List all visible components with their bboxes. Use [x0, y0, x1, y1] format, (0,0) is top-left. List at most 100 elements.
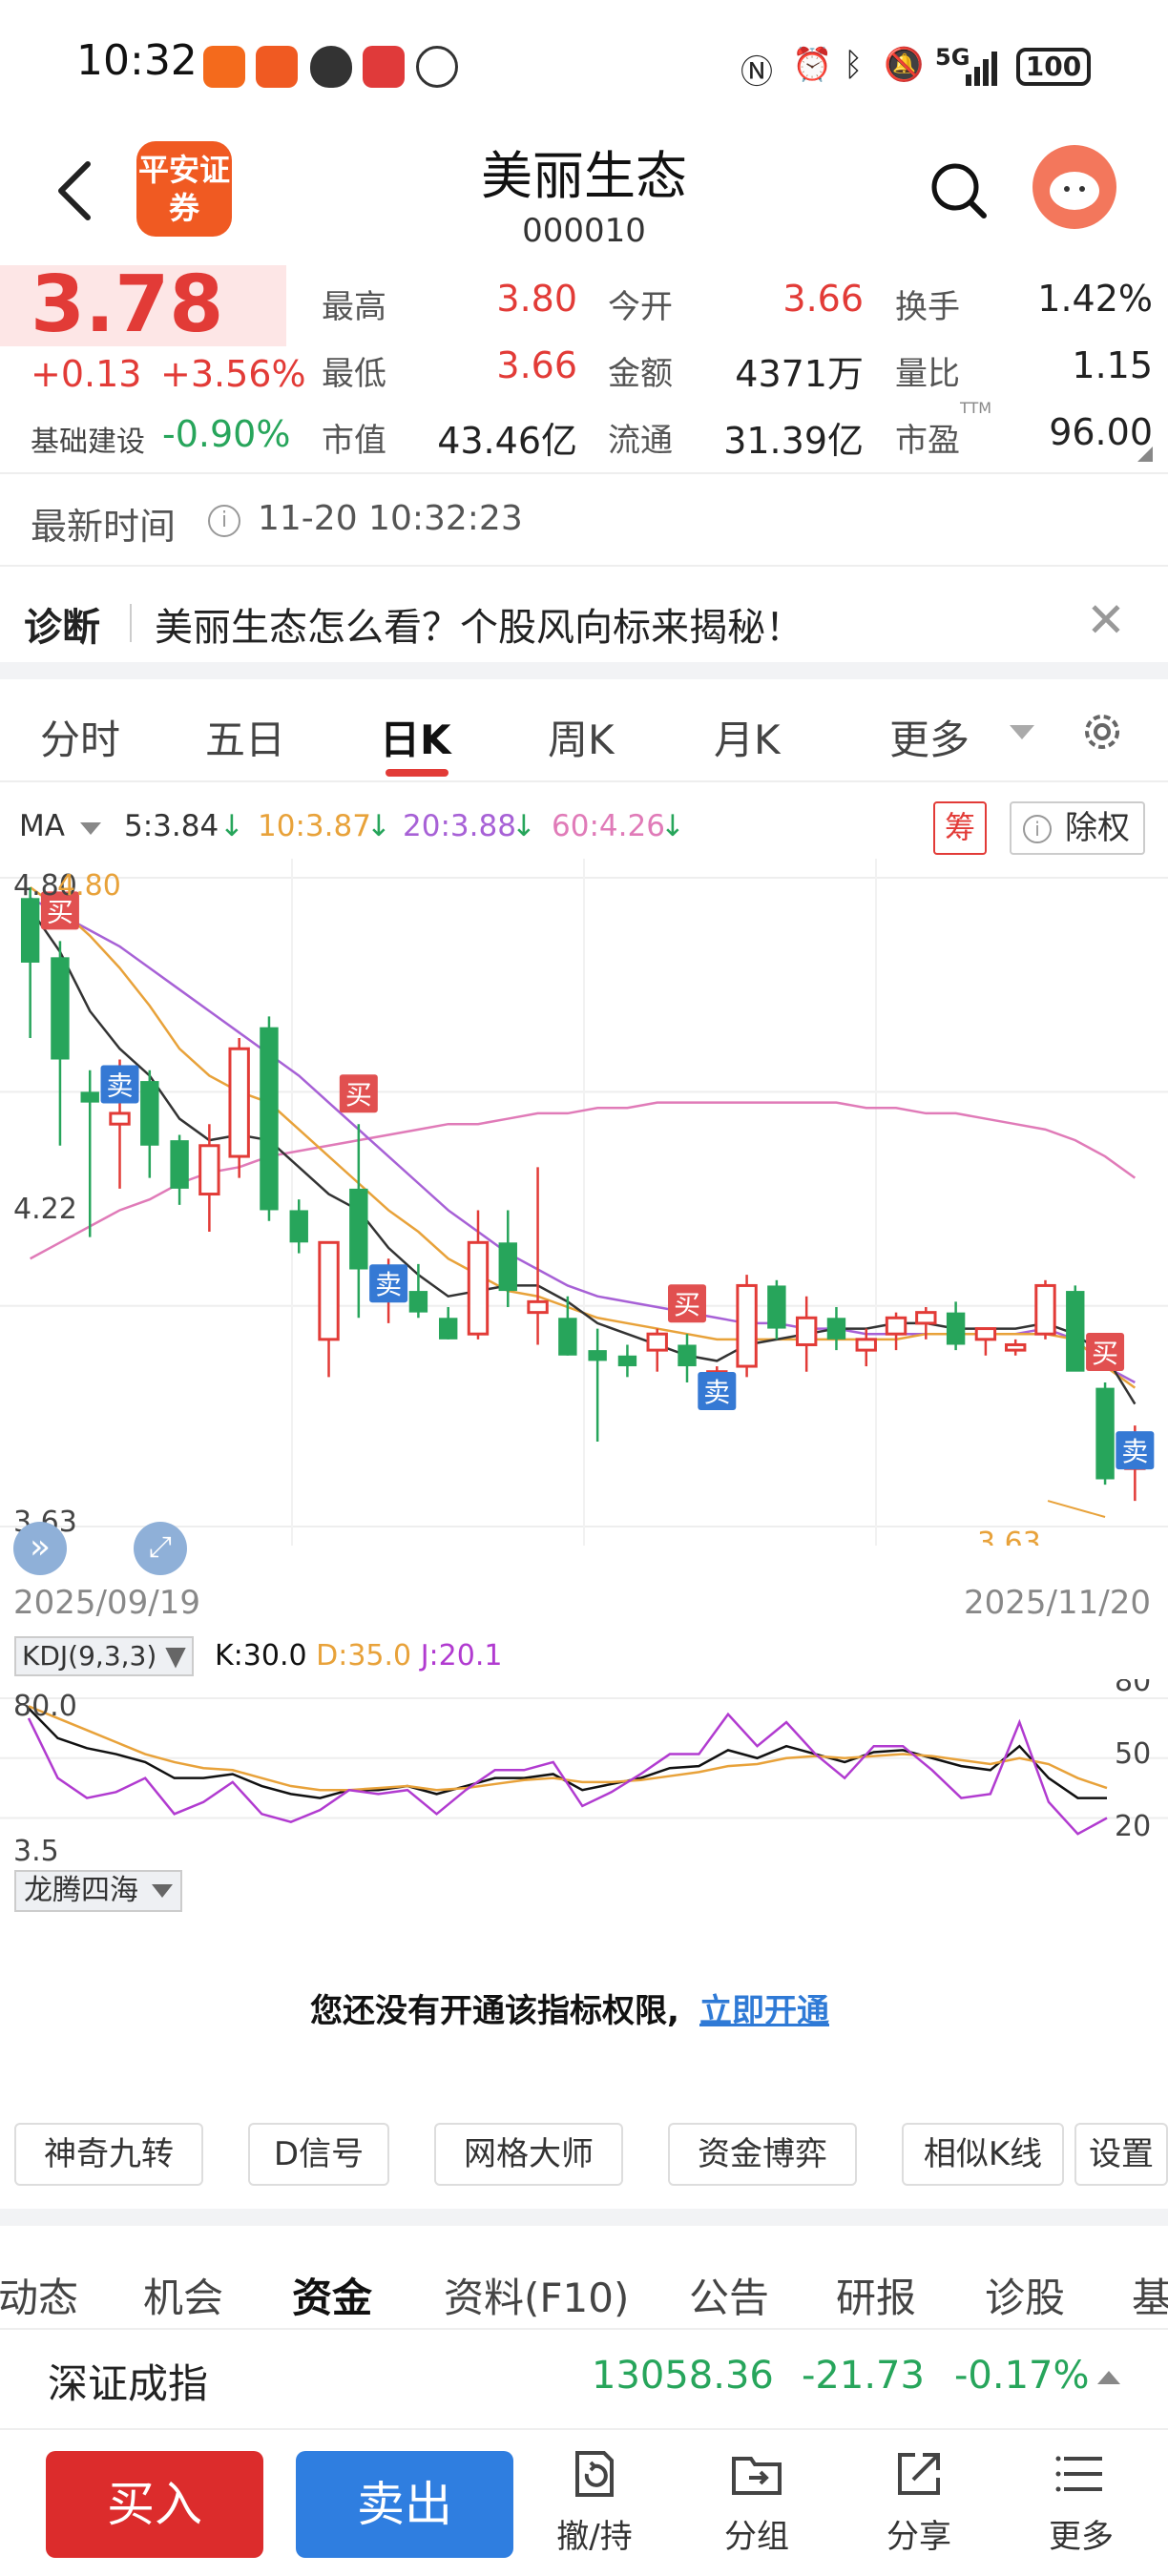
candle-body	[289, 1210, 308, 1243]
fund-game-button[interactable]: 资金博弈	[668, 2123, 857, 2186]
candle-body	[80, 1091, 99, 1103]
index-ticker[interactable]: 深证成指 13058.36 -21.73 -0.17%	[0, 2333, 1168, 2428]
candle-body	[170, 1140, 189, 1189]
kline-chart[interactable]: 买卖买卖买卖买卖 4.80 4.80 4.22 3.63 3.63	[0, 859, 1168, 1546]
tab-five-day[interactable]: 五日	[205, 708, 285, 766]
candle-body	[527, 1299, 549, 1315]
diagnosis-banner[interactable]: 诊断 美丽生态怎么看？个股风向标来揭秘！ ✕	[0, 577, 1168, 663]
kdj-lines	[27, 1705, 1108, 1836]
brand-logo[interactable]: 平安证券	[136, 141, 232, 237]
kdj-y-top-label: 80.0	[13, 1690, 77, 1723]
high-label: 最高	[322, 288, 386, 326]
d-signal-button[interactable]: D信号	[248, 2123, 389, 2186]
stock-header: 平安证券 美丽生态 000010	[0, 124, 1168, 262]
ma5-down-arrow-icon: ↓	[219, 809, 244, 843]
candle-body	[974, 1327, 997, 1341]
ma60-down-arrow-icon: ↓	[660, 809, 685, 843]
assistant-avatar[interactable]	[1032, 145, 1116, 229]
section-gap	[0, 662, 1168, 679]
volume-ratio-value: 1.15	[1072, 344, 1153, 386]
tab-intraday[interactable]: 分时	[40, 708, 120, 766]
sell-signal-label: 卖	[1121, 1436, 1148, 1467]
group-label: 分组	[724, 2518, 789, 2556]
candle-body	[1095, 1387, 1115, 1480]
tab-announcements[interactable]: 公告	[689, 2266, 769, 2324]
expand-left-icon[interactable]: »	[13, 1522, 67, 1575]
open-label: 今开	[608, 288, 673, 326]
kdj-chart[interactable]: 80.0 3.5 80 50 20	[0, 1679, 1168, 1870]
chevron-down-icon[interactable]	[80, 822, 101, 835]
tab-capital[interactable]: 资金	[292, 2266, 372, 2324]
activate-link[interactable]: 立即开通	[699, 1984, 829, 2031]
kdj-j-line	[27, 1712, 1108, 1836]
indicator-name: 龙腾四海	[24, 1874, 138, 1907]
tab-f10[interactable]: 资料(F10)	[444, 2266, 629, 2324]
ma20-down-arrow-icon: ↓	[511, 809, 536, 843]
chart-period-tabs: 分时 五日 日K 周K 月K 更多	[0, 679, 1168, 782]
ex-rights-button[interactable]: i 除权	[1010, 801, 1145, 855]
tab-monthly-k[interactable]: 月K	[714, 708, 781, 766]
share-button[interactable]: 分享	[847, 2445, 991, 2569]
magic-nine-button[interactable]: 神奇九转	[14, 2123, 203, 2186]
tab-fund[interactable]: 基	[1132, 2266, 1168, 2324]
divider	[0, 472, 1168, 474]
grid-master-button[interactable]: 网格大师	[434, 2123, 623, 2186]
sell-button[interactable]: 卖出	[296, 2451, 513, 2558]
candle-body	[915, 1311, 937, 1325]
divider	[0, 2328, 1168, 2330]
network-label: 5G	[935, 44, 970, 71]
chip-distribution-button[interactable]: 筹	[933, 801, 987, 855]
candle-body	[140, 1081, 159, 1146]
sector-name[interactable]: 基础建设	[31, 418, 145, 460]
tab-daily-k[interactable]: 日K	[380, 708, 451, 766]
chevron-down-icon	[152, 1884, 173, 1898]
market-cap-label: 市值	[322, 422, 386, 460]
pe-label: 市盈	[895, 422, 960, 460]
index-pct: -0.17%	[954, 2354, 1090, 2398]
pe-value: 96.00	[1049, 411, 1153, 453]
group-button[interactable]: 分组	[685, 2445, 828, 2569]
similar-kline-button[interactable]: 相似K线	[902, 2123, 1064, 2186]
tab-research[interactable]: 研报	[836, 2266, 916, 2324]
alarm-icon: ⏰	[792, 46, 833, 84]
candle-body	[558, 1318, 577, 1356]
fullscreen-icon[interactable]: ⤢	[134, 1522, 187, 1575]
more-button[interactable]: 更多	[1010, 2445, 1153, 2569]
tab-weekly-k[interactable]: 周K	[548, 708, 615, 766]
chevron-down-icon[interactable]	[1010, 725, 1034, 739]
low-value: 3.66	[496, 344, 577, 386]
triangle-down-icon: ▼	[165, 1640, 186, 1672]
kdj-indicator-select[interactable]: KDJ(9,3,3) ▼	[14, 1636, 194, 1676]
sector-pct[interactable]: -0.90%	[162, 413, 290, 455]
close-icon[interactable]: ✕	[1086, 596, 1126, 644]
indicator-select[interactable]: 龙腾四海	[14, 1870, 182, 1912]
tab-more[interactable]: 更多	[889, 708, 970, 766]
buy-button[interactable]: 买入	[46, 2451, 263, 2558]
ma5-line	[29, 907, 1137, 1405]
candle-body	[826, 1318, 846, 1340]
search-button[interactable]	[921, 153, 997, 229]
expand-corner-icon[interactable]	[1137, 447, 1153, 462]
game-app-icon	[363, 46, 405, 88]
tab-diagnose[interactable]: 诊股	[985, 2266, 1065, 2324]
tab-news[interactable]: 动态	[0, 2266, 78, 2324]
tab-opportunity[interactable]: 机会	[143, 2266, 223, 2324]
index-change: -21.73	[802, 2354, 925, 2398]
hand-icon	[416, 46, 458, 88]
turnover-label: 换手	[895, 288, 960, 326]
ma-label[interactable]: MA	[19, 809, 65, 843]
gear-icon[interactable]	[1078, 708, 1126, 756]
turnover-value: 1.42%	[1037, 278, 1153, 320]
buy-signal-label: 买	[345, 1079, 372, 1111]
diagnosis-text[interactable]: 美丽生态怎么看？个股风向标来揭秘！	[155, 596, 803, 652]
cancel-hold-button[interactable]: 撤/持	[523, 2445, 666, 2569]
kdj-label-text: KDJ(9,3,3)	[22, 1640, 157, 1672]
chevron-up-icon[interactable]	[1097, 2371, 1120, 2384]
settings-button[interactable]: 设置	[1074, 2123, 1168, 2186]
back-button[interactable]	[48, 153, 105, 229]
diagnosis-separator	[130, 604, 132, 642]
share-icon	[898, 2453, 940, 2495]
high-value: 3.80	[496, 278, 577, 320]
market-cap-value: 43.46亿	[437, 420, 577, 462]
info-icon[interactable]: i	[208, 505, 240, 537]
